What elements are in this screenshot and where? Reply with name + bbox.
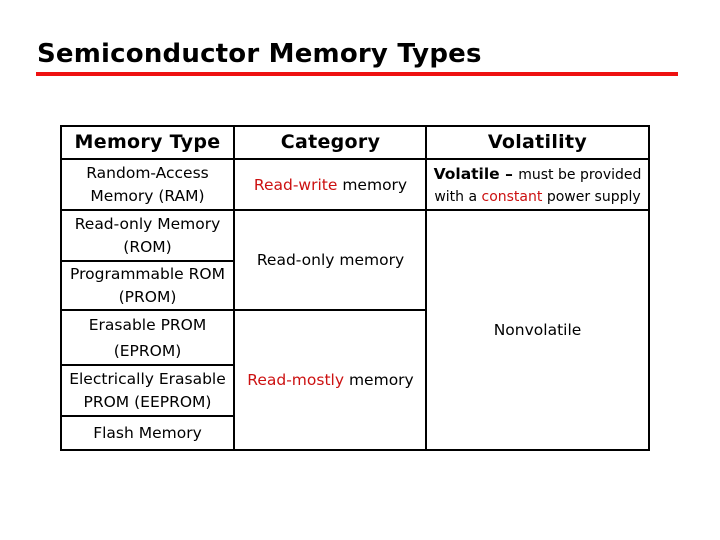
volatility-dash: – bbox=[499, 164, 519, 183]
volatility-highlight: constant bbox=[481, 188, 543, 205]
memory-type-flash: Flash Memory bbox=[93, 424, 202, 442]
category-cell-read-mostly: Read-mostly memory bbox=[235, 311, 426, 450]
header-volatility: Volatility bbox=[487, 131, 588, 153]
memory-type-cell: Flash Memory bbox=[61, 417, 234, 450]
category-text: Read-only memory bbox=[256, 251, 405, 269]
header-memory-type: Memory Type bbox=[74, 131, 221, 153]
memory-type-ram-line2: Memory (RAM) bbox=[90, 187, 205, 205]
volatility-cell-volatile: Volatile – must be provided with a const… bbox=[427, 160, 648, 210]
volatility-label: Nonvolatile bbox=[493, 321, 582, 339]
category-text: memory bbox=[344, 371, 414, 389]
memory-type-eprom-line1: Erasable PROM bbox=[88, 316, 207, 334]
memory-types-table: Memory Type Category Volatility Random-A… bbox=[0, 0, 720, 540]
category-highlight: Read-write bbox=[253, 175, 338, 194]
category-highlight: Read-mostly bbox=[247, 371, 345, 389]
table-border-bottom bbox=[60, 449, 650, 451]
memory-type-cell: Erasable PROM (EPROM) bbox=[61, 311, 234, 365]
volatility-text: power supply bbox=[542, 188, 641, 205]
memory-type-eeprom-line1: Electrically Erasable bbox=[69, 370, 226, 388]
memory-type-cell: Random-Access Memory (RAM) bbox=[61, 160, 234, 210]
volatility-label: Volatile bbox=[433, 164, 500, 183]
volatility-text: with a bbox=[434, 188, 482, 205]
table-border-right bbox=[648, 125, 650, 451]
header-row-divider bbox=[60, 158, 650, 160]
memory-type-eeprom-line2: PROM (EEPROM) bbox=[83, 393, 212, 411]
memory-type-rom-line2: (ROM) bbox=[123, 238, 172, 256]
category-cell-read-only: Read-only memory bbox=[235, 211, 426, 310]
row-divider bbox=[60, 309, 427, 311]
row-divider bbox=[60, 209, 650, 211]
memory-type-cell: Read-only Memory (ROM) bbox=[61, 211, 234, 261]
row-divider bbox=[60, 364, 235, 366]
header-category: Category bbox=[280, 131, 381, 153]
memory-type-rom-line1: Read-only Memory bbox=[74, 215, 221, 233]
category-text: memory bbox=[337, 175, 408, 194]
column-divider bbox=[425, 125, 427, 451]
row-divider bbox=[60, 260, 235, 262]
table-border-left bbox=[60, 125, 62, 451]
table-border-top bbox=[60, 125, 650, 127]
category-cell-read-write: Read-write memory bbox=[235, 160, 426, 210]
row-divider bbox=[60, 415, 235, 417]
memory-type-prom-line1: Programmable ROM bbox=[70, 265, 225, 283]
column-divider bbox=[233, 125, 235, 451]
memory-type-eprom-line2: (EPROM) bbox=[113, 342, 182, 360]
memory-type-cell: Electrically Erasable PROM (EEPROM) bbox=[61, 366, 234, 416]
memory-type-cell: Programmable ROM (PROM) bbox=[61, 262, 234, 310]
volatility-text: must be provided bbox=[518, 166, 642, 183]
memory-type-ram-line1: Random-Access bbox=[86, 164, 209, 182]
volatility-cell-nonvolatile: Nonvolatile bbox=[427, 211, 648, 450]
memory-type-prom-line2: (PROM) bbox=[118, 288, 177, 306]
